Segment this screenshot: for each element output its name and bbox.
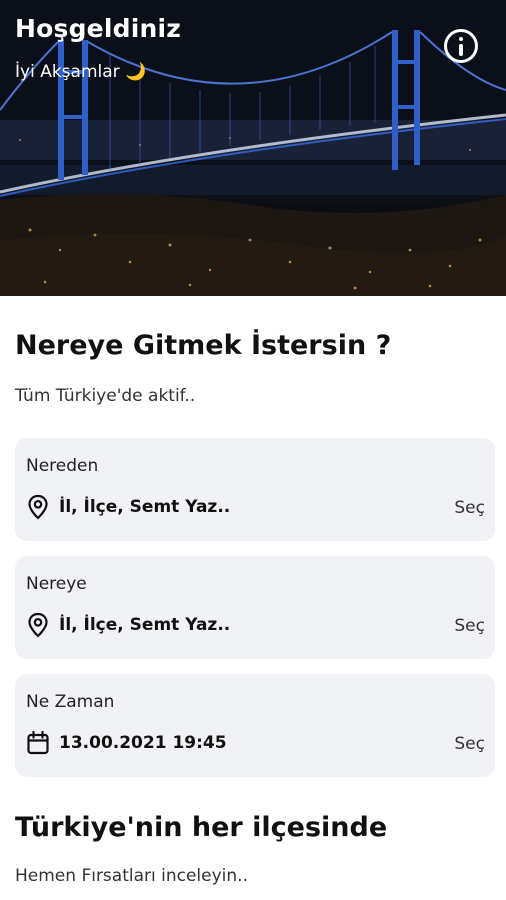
hero-banner: Hoşgeldiniz İyi Akşamlar 🌙 [0,0,506,296]
location-pin-icon [28,494,48,520]
section-subtitle-districts: Hemen Fırsatları inceleyin.. [15,866,248,886]
calendar-icon [27,730,49,755]
when-label: Ne Zaman [26,692,115,712]
to-label: Nereye [26,574,87,594]
info-icon [459,37,463,41]
from-field[interactable]: Nereden İl, İlçe, Semt Yaz.. Seç [15,438,495,541]
section-title-destination: Nereye Gitmek İstersin ? [15,330,392,361]
section-title-districts: Türkiye'nin her ilçesinde [15,812,388,843]
from-input[interactable]: İl, İlçe, Semt Yaz.. [59,497,230,517]
when-value[interactable]: 13.00.2021 19:45 [59,733,227,753]
info-button[interactable] [444,29,478,63]
to-select-button[interactable]: Seç [454,616,485,636]
location-pin-icon [28,612,48,638]
bridge-night-image [0,0,506,296]
from-label: Nereden [26,456,99,476]
welcome-title: Hoşgeldiniz [15,14,181,43]
when-field[interactable]: Ne Zaman 13.00.2021 19:45 Seç [15,674,495,777]
to-field[interactable]: Nereye İl, İlçe, Semt Yaz.. Seç [15,556,495,659]
section-subtitle-destination: Tüm Türkiye'de aktif.. [15,386,196,406]
to-input[interactable]: İl, İlçe, Semt Yaz.. [59,615,230,635]
greeting-text: İyi Akşamlar 🌙 [15,62,147,82]
from-select-button[interactable]: Seç [454,498,485,518]
when-select-button[interactable]: Seç [454,734,485,754]
